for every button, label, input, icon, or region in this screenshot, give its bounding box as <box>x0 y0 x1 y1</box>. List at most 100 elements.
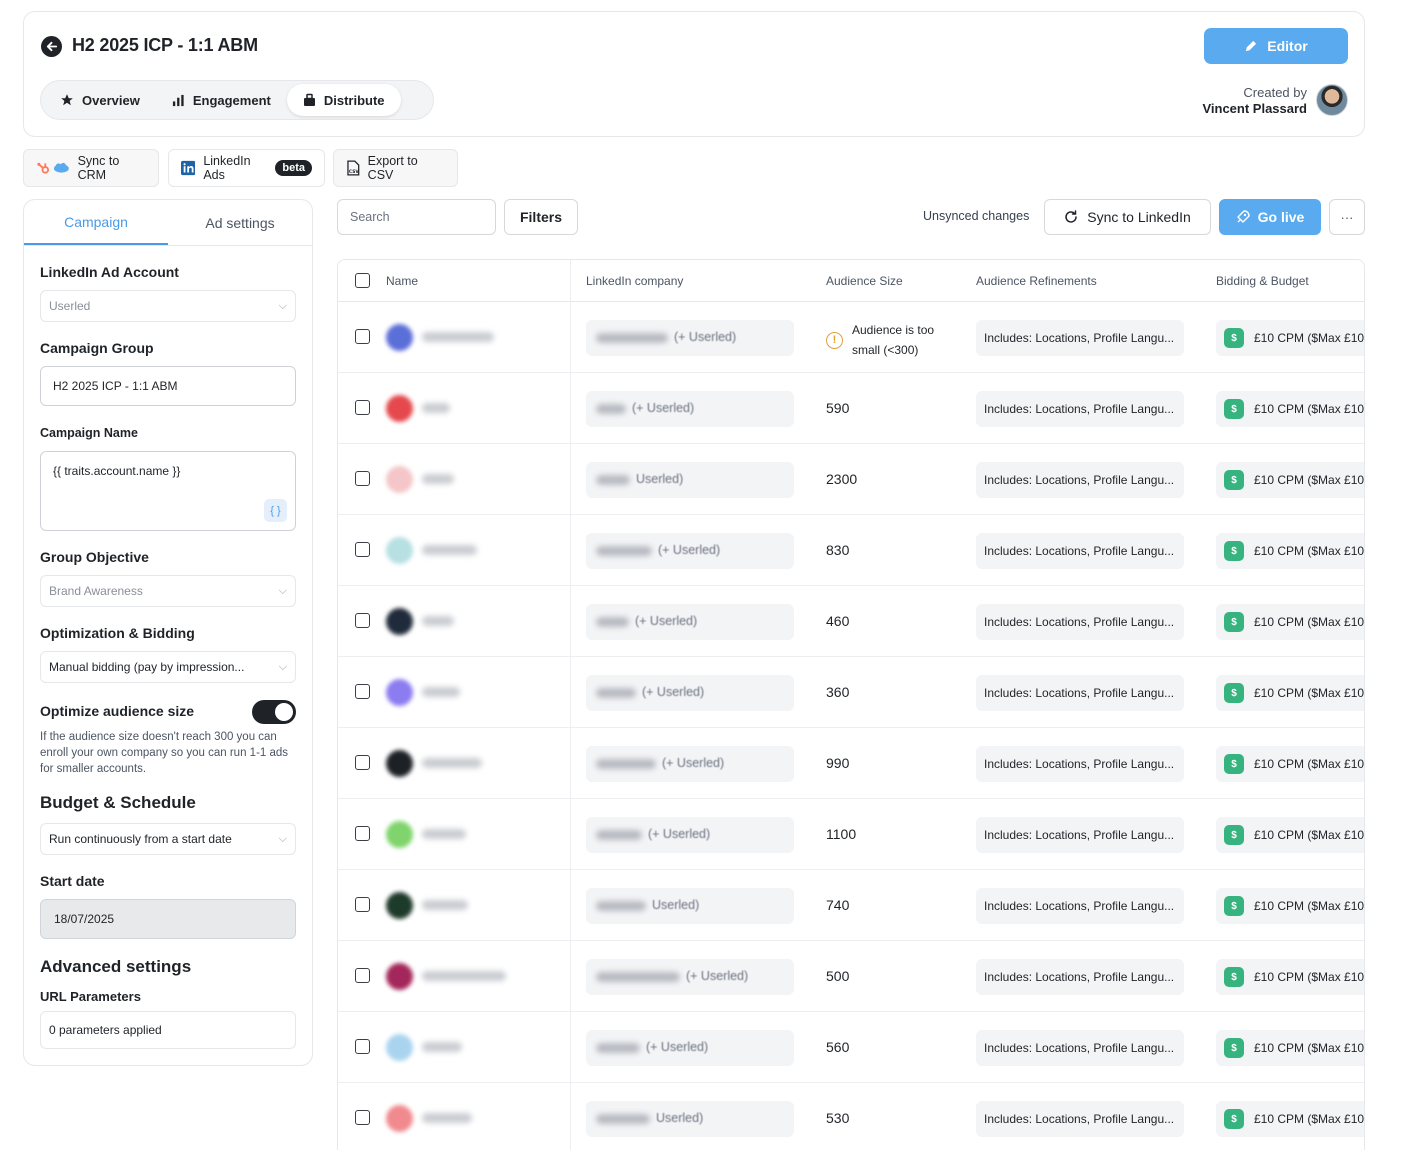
insert-variable-button[interactable]: { } <box>264 499 287 522</box>
start-date-input[interactable]: 18/07/2025 <box>40 899 296 939</box>
linkedin-icon <box>181 160 196 176</box>
audience-refinements[interactable]: Includes: Locations, Profile Langu... <box>976 675 1184 711</box>
audience-refinements[interactable]: Includes: Locations, Profile Langu... <box>976 462 1184 498</box>
linkedin-company-chip[interactable]: (+ Userled) <box>586 320 794 356</box>
url-params-field[interactable]: 0 parameters applied <box>40 1011 296 1049</box>
account-name-redacted <box>422 900 468 910</box>
table-row[interactable]: Userled) 2300 Includes: Locations, Profi… <box>338 444 1364 515</box>
refresh-icon <box>1065 210 1077 223</box>
export-csv-button[interactable]: CSV Export to CSV <box>333 149 458 187</box>
pencil-icon <box>1246 40 1257 51</box>
linkedin-company-chip[interactable]: (+ Userled) <box>586 1030 794 1066</box>
audience-refinements[interactable]: Includes: Locations, Profile Langu... <box>976 320 1184 356</box>
company-logo <box>386 324 413 351</box>
tab-overview[interactable]: Overview <box>44 84 156 116</box>
company-logo <box>386 537 413 564</box>
tab-engagement[interactable]: Engagement <box>156 84 287 116</box>
audience-refinements[interactable]: Includes: Locations, Profile Langu... <box>976 1030 1184 1066</box>
row-checkbox[interactable] <box>355 542 370 557</box>
linkedin-company-chip[interactable]: (+ Userled) <box>586 533 794 569</box>
campaign-name-input[interactable]: {{ traits.account.name }} <box>40 451 296 531</box>
audience-refinements[interactable]: Includes: Locations, Profile Langu... <box>976 959 1184 995</box>
table-row[interactable]: Userled) 740 Includes: Locations, Profil… <box>338 870 1364 941</box>
campaign-group-input[interactable]: H2 2025 ICP - 1:1 ABM <box>40 366 296 406</box>
table-row[interactable]: (+ Userled) 560 Includes: Locations, Pro… <box>338 1012 1364 1083</box>
bidding-budget[interactable]: $ £10 CPM ($Max £10/ <box>1216 391 1364 427</box>
search-input[interactable]: Search <box>337 199 496 235</box>
linkedin-company-chip[interactable]: (+ Userled) <box>586 959 794 995</box>
linkedin-company-chip[interactable]: (+ Userled) <box>586 817 794 853</box>
sync-linkedin-button[interactable]: Sync to LinkedIn <box>1044 199 1211 235</box>
audience-refinements[interactable]: Includes: Locations, Profile Langu... <box>976 391 1184 427</box>
ad-account-select[interactable]: Userled ⌵ <box>40 290 296 322</box>
optimization-select[interactable]: Manual bidding (pay by impression... ⌵ <box>40 651 296 683</box>
dollar-icon: $ <box>1224 967 1244 987</box>
audience-refinements[interactable]: Includes: Locations, Profile Langu... <box>976 888 1184 924</box>
row-checkbox[interactable] <box>355 968 370 983</box>
table-row[interactable]: (+ Userled) 500 Includes: Locations, Pro… <box>338 941 1364 1012</box>
audience-refinements[interactable]: Includes: Locations, Profile Langu... <box>976 533 1184 569</box>
sync-crm-button[interactable]: Sync to CRM <box>23 149 159 187</box>
bidding-budget[interactable]: $ £10 CPM ($Max £10/ <box>1216 746 1364 782</box>
tab-ad-settings[interactable]: Ad settings <box>168 200 312 245</box>
row-checkbox[interactable] <box>355 826 370 841</box>
row-checkbox[interactable] <box>355 329 370 344</box>
audience-size: 530 <box>826 1110 850 1126</box>
table-row[interactable]: (+ Userled) 1100 Includes: Locations, Pr… <box>338 799 1364 870</box>
linkedin-ads-button[interactable]: LinkedIn Ads beta <box>168 149 325 187</box>
audience-refinements[interactable]: Includes: Locations, Profile Langu... <box>976 604 1184 640</box>
bidding-budget[interactable]: $ £10 CPM ($Max £10/ <box>1216 817 1364 853</box>
row-checkbox[interactable] <box>355 1039 370 1054</box>
row-checkbox[interactable] <box>355 897 370 912</box>
column-header-refinements: Audience Refinements <box>976 274 1097 288</box>
company-name-redacted <box>596 1043 640 1053</box>
linkedin-company-chip[interactable]: (+ Userled) <box>586 604 794 640</box>
linkedin-company-chip[interactable]: (+ Userled) <box>586 391 794 427</box>
company-logo <box>386 608 413 635</box>
filters-button[interactable]: Filters <box>504 199 578 235</box>
linkedin-company-chip[interactable]: Userled) <box>586 462 794 498</box>
bidding-budget[interactable]: $ £10 CPM ($Max £10/ <box>1216 320 1364 356</box>
tab-campaign[interactable]: Campaign <box>24 200 168 245</box>
company-suffix: (+ Userled) <box>686 969 749 983</box>
bidding-budget[interactable]: $ £10 CPM ($Max £10/ <box>1216 888 1364 924</box>
optimize-audience-toggle[interactable] <box>252 700 296 724</box>
back-arrow-icon[interactable] <box>41 36 62 57</box>
select-all-checkbox[interactable] <box>355 273 370 288</box>
linkedin-company-chip[interactable]: (+ Userled) <box>586 675 794 711</box>
table-row[interactable]: (+ Userled) 460 Includes: Locations, Pro… <box>338 586 1364 657</box>
table-row[interactable]: Userled) 530 Includes: Locations, Profil… <box>338 1083 1364 1150</box>
bidding-budget[interactable]: $ £10 CPM ($Max £10/ <box>1216 604 1364 640</box>
editor-button[interactable]: Editor <box>1204 28 1348 64</box>
row-checkbox[interactable] <box>355 400 370 415</box>
budget-schedule-heading: Budget & Schedule <box>40 793 196 812</box>
table-row[interactable]: (+ Userled) 990 Includes: Locations, Pro… <box>338 728 1364 799</box>
linkedin-company-chip[interactable]: Userled) <box>586 1101 794 1137</box>
more-options-button[interactable]: ··· <box>1329 199 1365 235</box>
audience-refinements[interactable]: Includes: Locations, Profile Langu... <box>976 746 1184 782</box>
bidding-budget[interactable]: $ £10 CPM ($Max £10/ <box>1216 462 1364 498</box>
tab-distribute[interactable]: Distribute <box>286 84 401 116</box>
table-row[interactable]: (+ Userled) 830 Includes: Locations, Pro… <box>338 515 1364 586</box>
row-checkbox[interactable] <box>355 1110 370 1125</box>
bidding-budget[interactable]: $ £10 CPM ($Max £10/ <box>1216 675 1364 711</box>
budget-schedule-select[interactable]: Run continuously from a start date ⌵ <box>40 823 296 855</box>
audience-refinements[interactable]: Includes: Locations, Profile Langu... <box>976 817 1184 853</box>
row-checkbox[interactable] <box>355 471 370 486</box>
bidding-budget[interactable]: $ £10 CPM ($Max £10/ <box>1216 533 1364 569</box>
audience-refinements[interactable]: Includes: Locations, Profile Langu... <box>976 1101 1184 1137</box>
bidding-budget[interactable]: $ £10 CPM ($Max £10/ <box>1216 959 1364 995</box>
bidding-budget[interactable]: $ £10 CPM ($Max £10/ <box>1216 1030 1364 1066</box>
row-checkbox[interactable] <box>355 684 370 699</box>
bidding-budget[interactable]: $ £10 CPM ($Max £10/ <box>1216 1101 1364 1137</box>
linkedin-company-chip[interactable]: Userled) <box>586 888 794 924</box>
linkedin-company-chip[interactable]: (+ Userled) <box>586 746 794 782</box>
row-checkbox[interactable] <box>355 755 370 770</box>
table-row[interactable]: (+ Userled) 590 Includes: Locations, Pro… <box>338 373 1364 444</box>
group-objective-select[interactable]: Brand Awareness ⌵ <box>40 575 296 607</box>
go-live-button[interactable]: Go live <box>1219 199 1321 235</box>
avatar[interactable] <box>1316 84 1348 116</box>
row-checkbox[interactable] <box>355 613 370 628</box>
table-row[interactable]: (+ Userled) 360 Includes: Locations, Pro… <box>338 657 1364 728</box>
table-row[interactable]: (+ Userled) ! Audience is too small (<30… <box>338 302 1364 373</box>
